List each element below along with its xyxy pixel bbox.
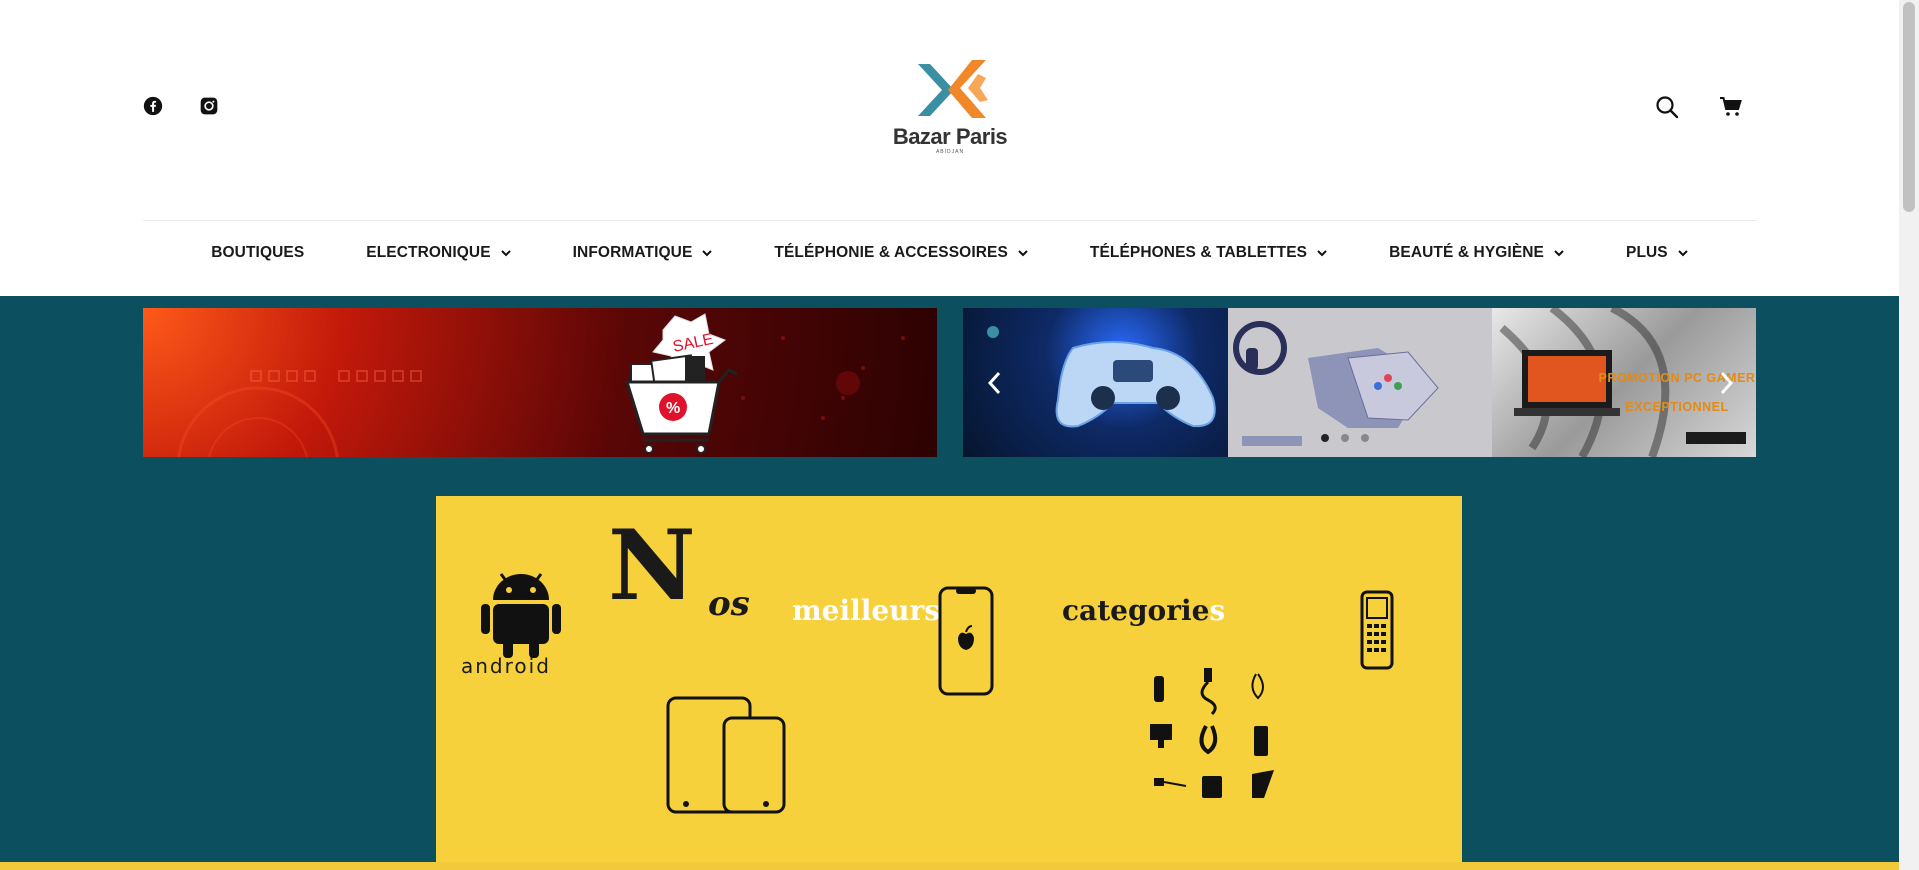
slider-next-button[interactable] <box>1712 365 1742 401</box>
promo-slider[interactable]: PROMOTION PC GAMER EXCEPTIONNEL <box>963 308 1756 457</box>
next-section-strip <box>0 862 1899 870</box>
page-scrollbar[interactable] <box>1899 0 1919 870</box>
slider-dots <box>1321 434 1369 442</box>
nav-label: TÉLÉPHONES & TABLETTES <box>1089 244 1308 261</box>
chevron-right-icon <box>1720 371 1734 395</box>
nav-label: BEAUTÉ & HYGIÈNE <box>1389 244 1544 261</box>
nav-item-telephonie-accessoires[interactable]: TÉLÉPHONIE & ACCESSOIRES <box>743 244 1059 262</box>
banner-big-letter: N <box>608 509 696 622</box>
instagram-icon[interactable] <box>199 96 219 116</box>
cart-icon[interactable] <box>1718 94 1744 120</box>
nav-label: TÉLÉPHONIE & ACCESSOIRES <box>774 244 1008 261</box>
page: Bazar Paris ABIDJAN BOUTIQUES ELECTRONIQ… <box>0 0 1919 870</box>
banner-word-nos: os <box>708 584 750 624</box>
nav-label: ELECTRONIQUE <box>366 244 491 261</box>
main-nav: BOUTIQUES ELECTRONIQUE INFORMATIQUE TÉLÉ… <box>0 244 1899 262</box>
tablet-phone-icon <box>666 696 786 814</box>
chevron-down-icon <box>1317 250 1327 257</box>
site-header: Bazar Paris ABIDJAN BOUTIQUES ELECTRONIQ… <box>0 0 1899 296</box>
logo-text: Bazar Paris <box>892 124 1008 149</box>
slider-dot[interactable] <box>1341 434 1349 442</box>
site-logo[interactable]: Bazar Paris ABIDJAN <box>890 56 1010 156</box>
sale-cart-illustration: SALE % <box>613 312 743 454</box>
search-icon[interactable] <box>1654 94 1680 120</box>
chevron-down-icon <box>1554 250 1564 257</box>
slider-prev-button[interactable] <box>979 365 1009 401</box>
categories-banner[interactable]: android N os meilleurs categories <box>436 496 1462 862</box>
nav-item-telephones-tablettes[interactable]: TÉLÉPHONES & TABLETTES <box>1059 244 1358 262</box>
android-label: android <box>461 654 551 678</box>
nav-label: INFORMATIQUE <box>572 244 693 261</box>
chevron-down-icon <box>702 250 713 257</box>
chevron-left-icon <box>987 371 1001 395</box>
scrollbar-thumb[interactable] <box>1903 2 1915 212</box>
android-icon <box>481 573 561 658</box>
chevron-down-icon <box>500 250 511 257</box>
header-divider <box>143 220 1756 221</box>
header-tools <box>1654 94 1744 120</box>
accessories-icon <box>1150 668 1274 798</box>
nav-item-electronique[interactable]: ELECTRONIQUE <box>335 244 541 262</box>
facebook-icon[interactable] <box>143 96 163 116</box>
banner-word-categories-main: categorie <box>1062 594 1210 627</box>
svg-text:%: % <box>666 400 680 417</box>
iphone-icon <box>938 586 994 696</box>
banner-word-categories-tail: s <box>1209 594 1226 627</box>
nav-item-informatique[interactable]: INFORMATIQUE <box>542 244 744 262</box>
logo-mark-icon <box>918 60 988 118</box>
logo-subtitle: ABIDJAN <box>935 149 965 155</box>
chevron-down-icon <box>1018 250 1028 257</box>
banner-word-best: meilleurs <box>792 594 941 627</box>
nav-item-beaute-hygiene[interactable]: BEAUTÉ & HYGIÈNE <box>1358 244 1595 262</box>
nav-label: PLUS <box>1626 244 1668 261</box>
feature-phone-icon <box>1360 590 1394 670</box>
sale-banner[interactable]: SALE % <box>143 308 937 457</box>
slider-dot[interactable] <box>1361 434 1369 442</box>
nav-item-boutiques[interactable]: BOUTIQUES <box>180 244 335 262</box>
social-links <box>143 96 219 116</box>
chevron-down-icon <box>1678 250 1688 257</box>
nav-label: BOUTIQUES <box>211 244 305 261</box>
sale-banner-pattern <box>177 336 905 457</box>
banner-word-categories: categories <box>1062 594 1225 627</box>
nav-item-plus[interactable]: PLUS <box>1595 244 1719 262</box>
slider-dot[interactable] <box>1321 434 1329 442</box>
